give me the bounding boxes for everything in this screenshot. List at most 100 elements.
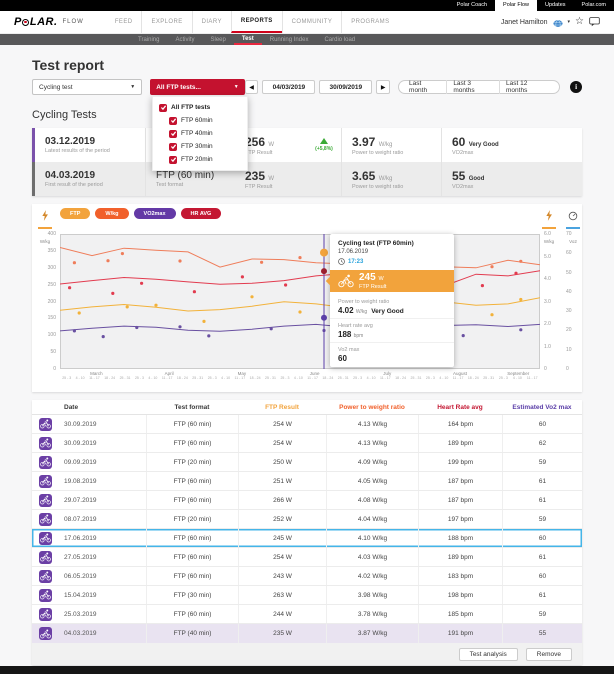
table-row[interactable]: 17.06.2019FTP (60 min)245 W4.10 W/kg188 …	[32, 529, 582, 548]
subnav-item-running-index[interactable]: Running Index	[262, 34, 317, 45]
ftp-result-cell: 244 W	[238, 605, 326, 623]
table-row[interactable]: 19.08.2019FTP (60 min)251 W4.05 W/kg187 …	[32, 472, 582, 491]
info-icon[interactable]: i	[570, 81, 582, 93]
results-table: DateTest formatFTP ResultPower to weight…	[32, 400, 582, 665]
summary-first-row[interactable]: 04.03.2019 First result of the period FT…	[32, 162, 582, 196]
dropdown-option-ftp-60min[interactable]: FTP 60min	[153, 114, 247, 127]
checkbox-checked-icon[interactable]	[169, 156, 177, 164]
week-label: 18 - 24	[322, 376, 333, 380]
checkbox-checked-icon[interactable]	[159, 104, 167, 112]
left-tick: 300	[48, 265, 56, 271]
range-button-last-12-months[interactable]: Last 12 months	[499, 80, 555, 94]
legend-pill-ftp[interactable]: FTP	[60, 208, 90, 219]
month-april: April25 - 34 - 1011 - 1718 - 2425 - 31	[133, 371, 206, 380]
wkg-tick: 2.0	[544, 321, 551, 327]
ftp-result-cell: 254 W	[238, 548, 326, 566]
left-tick: 50	[50, 349, 56, 355]
table-row[interactable]: 08.07.2019FTP (20 min)252 W4.04 W/kg197 …	[32, 510, 582, 529]
legend-pill-hr-avg[interactable]: HR AVG	[181, 208, 222, 219]
column-header-test-format[interactable]: Test format	[146, 404, 238, 411]
nav-item-feed[interactable]: FEED	[106, 11, 142, 33]
favorites-star-icon[interactable]: ☆	[575, 17, 584, 27]
legend-pill-vo2max[interactable]: VO2max	[134, 208, 176, 219]
subnav-item-sleep[interactable]: Sleep	[202, 34, 233, 45]
table-row[interactable]: 27.05.2019FTP (60 min)254 W4.03 W/kg189 …	[32, 548, 582, 567]
dropdown-option-ftp-40min[interactable]: FTP 40min	[153, 127, 247, 140]
nav-item-community[interactable]: COMMUNITY	[282, 11, 342, 33]
test-format-cell: FTP (40 min)	[146, 624, 238, 643]
table-row[interactable]: 29.07.2019FTP (60 min)266 W4.08 W/kg187 …	[32, 491, 582, 510]
left-tick: 0	[53, 366, 56, 372]
feedback-bubble-icon[interactable]	[589, 17, 600, 27]
test-format-cell: FTP (20 min)	[146, 453, 238, 471]
date-cell: 30.09.2019	[58, 415, 146, 433]
dropdown-option-ftp-20min[interactable]: FTP 20min	[153, 153, 247, 166]
column-header-estimated-vo2-max[interactable]: Estimated Vo2 max	[502, 404, 582, 411]
cyclist-icon	[338, 274, 354, 288]
left-axis-ticks: 400350300250200150100500	[34, 231, 56, 372]
ftp-filter-select[interactable]: All FTP tests... ▼	[150, 79, 244, 95]
nav-item-explore[interactable]: EXPLORE	[141, 11, 191, 33]
range-button-last-month[interactable]: Last month	[403, 80, 446, 94]
table-row[interactable]: 30.09.2019FTP (60 min)254 W4.13 W/kg189 …	[32, 434, 582, 453]
table-row[interactable]: 30.09.2019FTP (60 min)254 W4.13 W/kg164 …	[32, 415, 582, 434]
month-may: May25 - 34 - 1011 - 1718 - 2425 - 31	[205, 371, 278, 380]
test-format-cell: FTP (30 min)	[146, 586, 238, 604]
next-period-button[interactable]: ▶	[376, 80, 390, 94]
range-button-last-3-months[interactable]: Last 3 months	[446, 80, 499, 94]
polar-logo[interactable]: PLAR. FLOW	[14, 11, 84, 33]
table-row[interactable]: 04.03.2019FTP (40 min)235 W3.87 W/kg191 …	[32, 624, 582, 643]
topbar-link-updates[interactable]: Updates	[537, 0, 574, 11]
date-from-input[interactable]: 04/03/2019	[262, 80, 315, 94]
table-row[interactable]: 15.04.2019FTP (30 min)263 W3.98 W/kg198 …	[32, 586, 582, 605]
subnav-item-cardio-load[interactable]: Cardio load	[316, 34, 363, 45]
date-cell: 17.06.2019	[58, 529, 146, 547]
test-format-cell: FTP (20 min)	[146, 510, 238, 528]
cycling-sport-cell	[32, 415, 58, 433]
power-to-weight-cell: 4.08 W/kg	[326, 491, 418, 509]
dropdown-option-all-ftp-tests[interactable]: All FTP tests	[153, 101, 247, 114]
user-name[interactable]: Janet Hamilton	[501, 19, 548, 26]
column-header-power-to-weight-ratio[interactable]: Power to weight ratio	[326, 404, 418, 411]
subnav-item-test[interactable]: Test	[234, 34, 262, 45]
subnav-item-activity[interactable]: Activity	[167, 34, 202, 45]
vo2-tick: 60	[566, 250, 572, 256]
remove-button[interactable]: Remove	[526, 648, 572, 661]
checkbox-checked-icon[interactable]	[169, 130, 177, 138]
main-nav: FEEDEXPLOREDIARYREPORTSCOMMUNITYPROGRAMS	[106, 11, 399, 33]
table-row[interactable]: 25.03.2019FTP (60 min)244 W3.78 W/kg185 …	[32, 605, 582, 624]
date-to-input[interactable]: 30/09/2019	[319, 80, 372, 94]
vo2-max-cell: 60	[502, 415, 582, 433]
topbar-link-polar-com[interactable]: Polar.com	[574, 0, 614, 11]
legend-pill-w-kg[interactable]: W/kg	[95, 208, 128, 219]
column-header-ftp-result[interactable]: FTP Result	[238, 404, 326, 411]
table-row[interactable]: 06.05.2019FTP (60 min)243 W4.02 W/kg183 …	[32, 567, 582, 586]
nav-item-reports[interactable]: REPORTS	[231, 11, 282, 33]
user-menu-caret-icon[interactable]: ▾	[568, 19, 571, 25]
summary-latest-row[interactable]: 03.12.2019 Latest results of the period …	[32, 128, 582, 162]
test-format-cell: FTP (60 min)	[146, 567, 238, 585]
checkbox-checked-icon[interactable]	[169, 117, 177, 125]
test-analysis-button[interactable]: Test analysis	[459, 648, 518, 661]
ftp-result-cell: 263 W	[238, 586, 326, 604]
clock-icon	[338, 258, 345, 265]
nav-item-diary[interactable]: DIARY	[192, 11, 231, 33]
prev-period-button[interactable]: ◀	[245, 80, 259, 94]
ftp-result-cell: 254 W	[238, 415, 326, 433]
heart-rate-cell: 188 bpm	[418, 529, 502, 547]
table-header: DateTest formatFTP ResultPower to weight…	[32, 400, 582, 415]
subnav-item-training[interactable]: Training	[130, 34, 167, 45]
power-to-weight-cell: 3.87 W/kg	[326, 624, 418, 643]
checkbox-checked-icon[interactable]	[169, 143, 177, 151]
column-header-date[interactable]: Date	[58, 404, 146, 411]
test-format-cell: FTP (60 min)	[146, 472, 238, 490]
topbar-link-polar-coach[interactable]: Polar Coach	[449, 0, 495, 11]
topbar-link-polar-flow[interactable]: Polar Flow	[495, 0, 537, 11]
table-row[interactable]: 09.09.2019FTP (20 min)250 W4.09 W/kg199 …	[32, 453, 582, 472]
sport-select[interactable]: Cycling test ▼	[32, 79, 142, 95]
nav-item-programs[interactable]: PROGRAMS	[341, 11, 398, 33]
chart-plot[interactable]	[60, 234, 540, 369]
column-header-heart-rate-avg[interactable]: Heart Rate avg	[418, 404, 502, 411]
avatar[interactable]	[553, 17, 563, 27]
dropdown-option-ftp-30min[interactable]: FTP 30min	[153, 140, 247, 153]
